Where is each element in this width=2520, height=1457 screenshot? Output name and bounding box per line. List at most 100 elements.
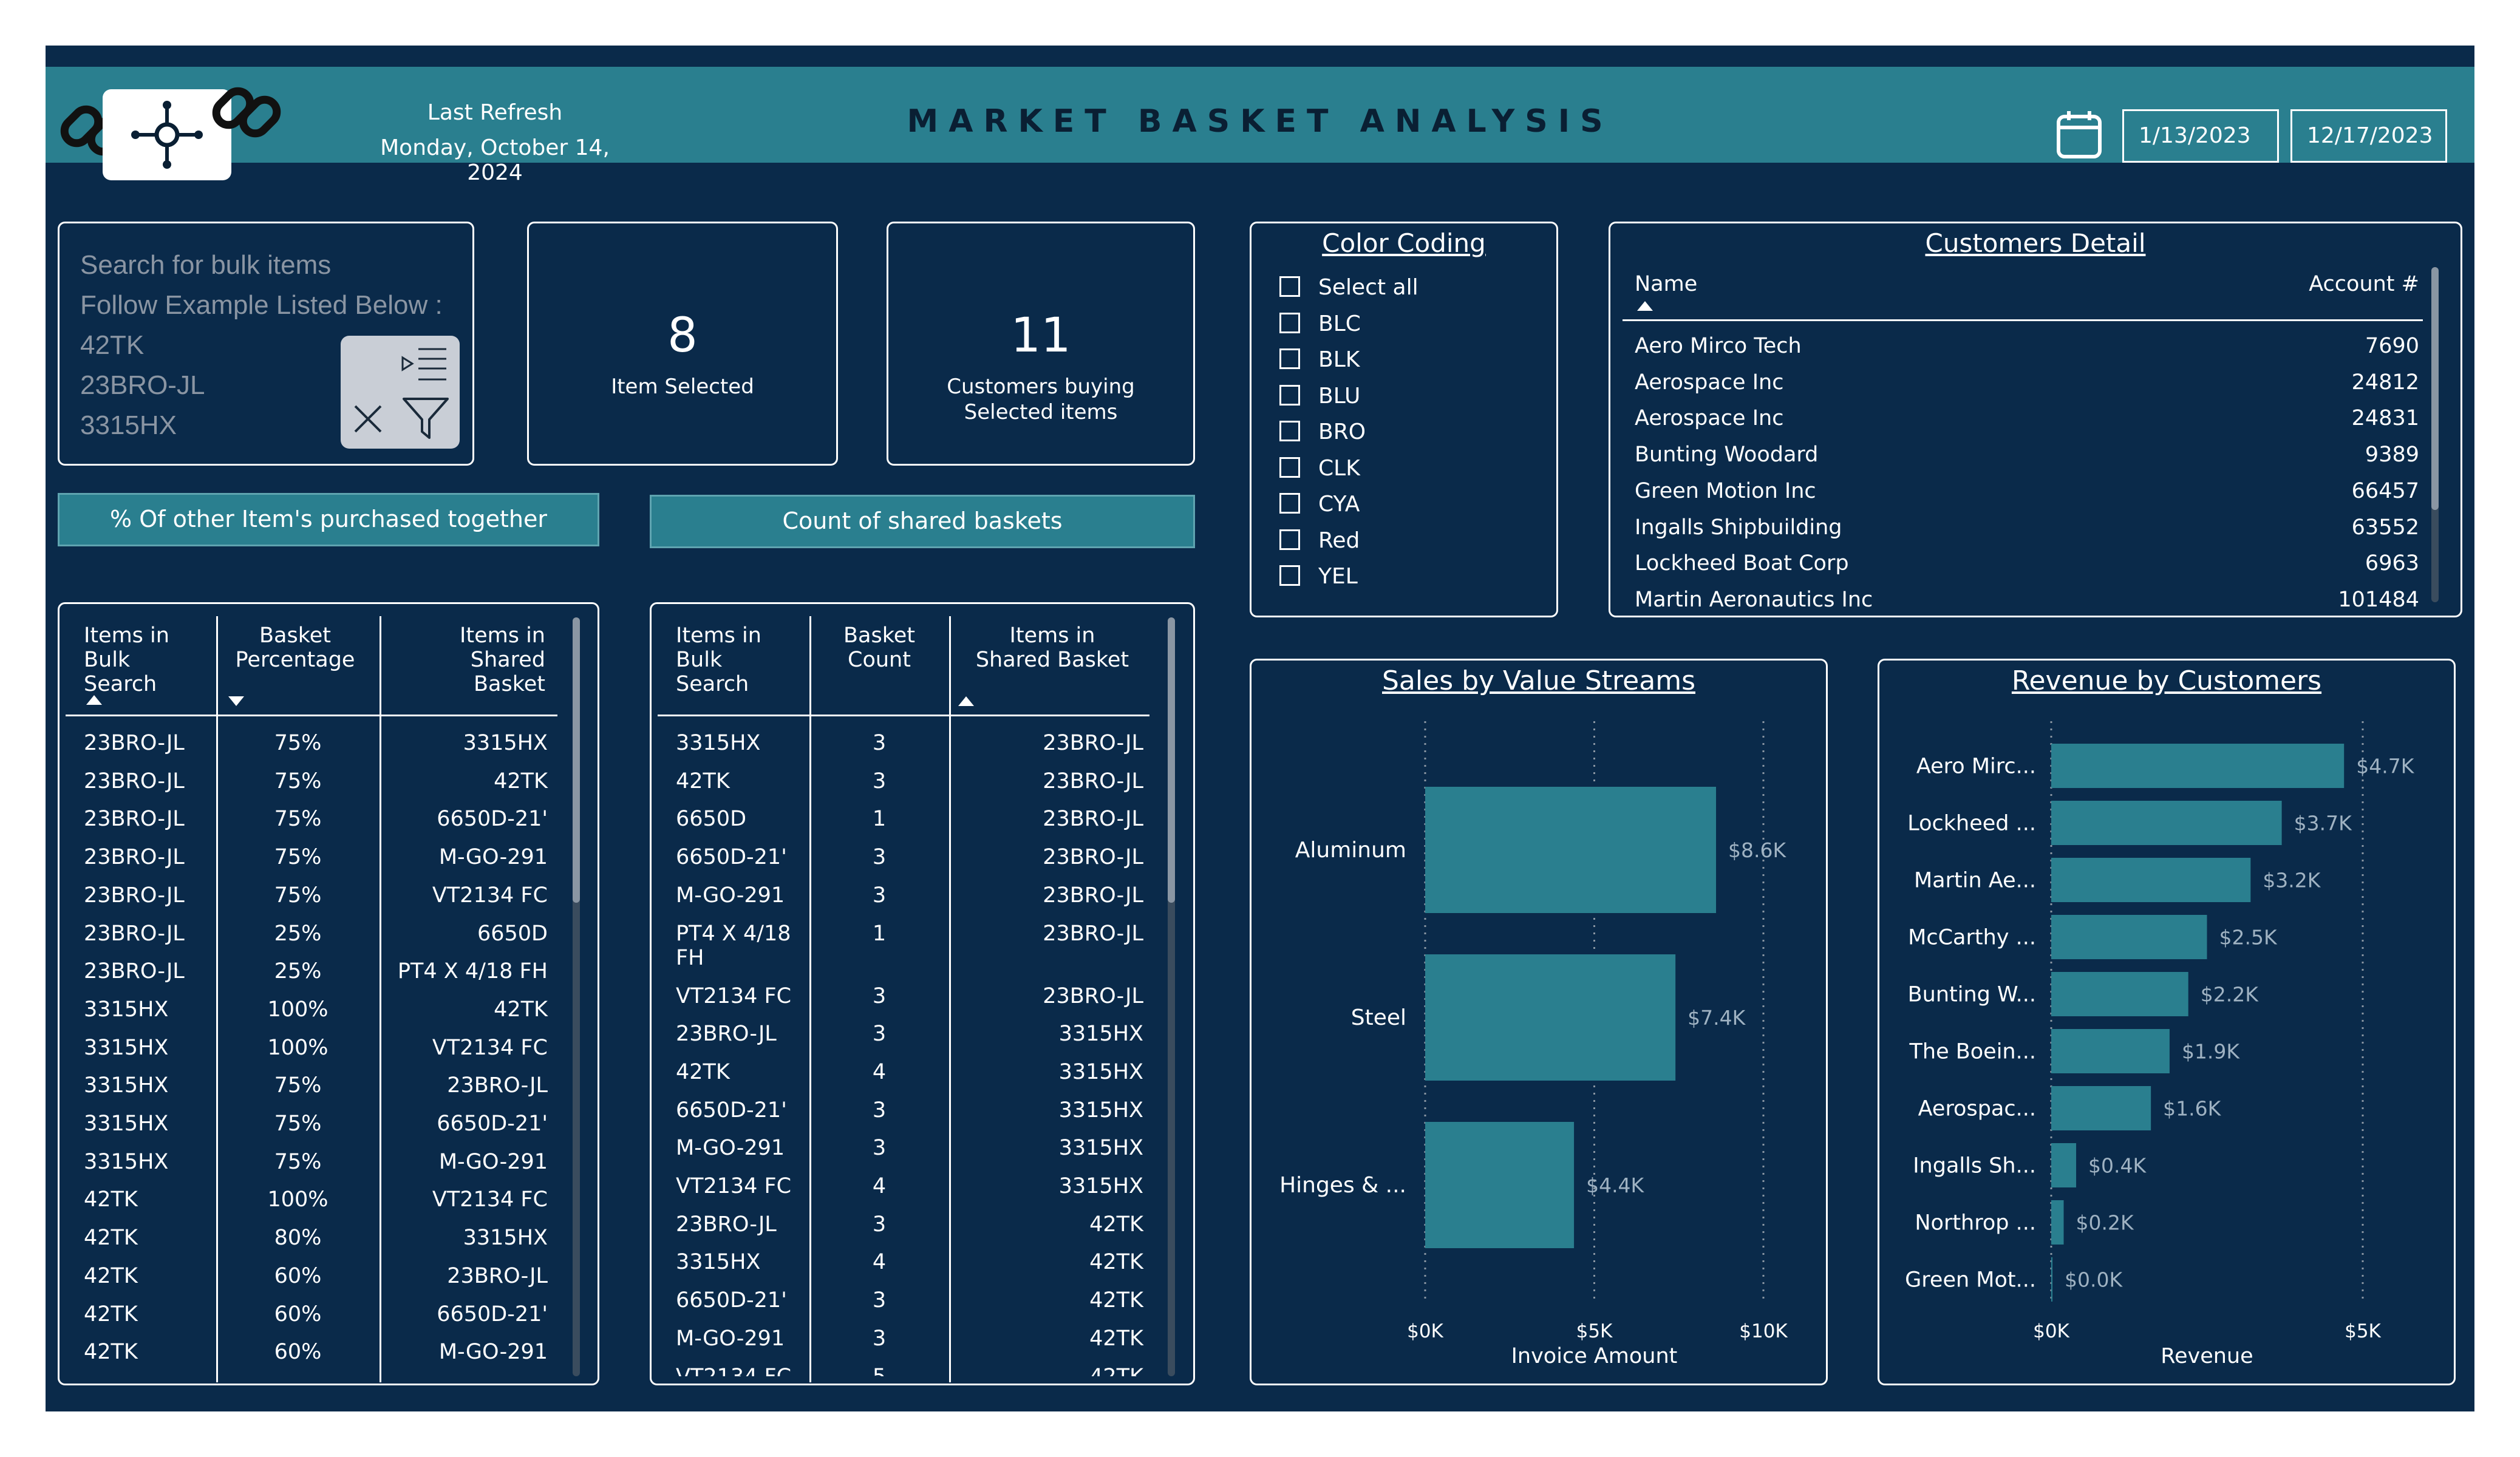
color-filter-item[interactable]: CYA <box>1279 491 1360 518</box>
table-row[interactable]: 3315HX 3 23BRO-JL <box>652 724 1162 762</box>
color-filter-item[interactable]: YEL <box>1279 563 1358 590</box>
bar[interactable] <box>2051 972 2188 1016</box>
table-row[interactable]: 23BRO-JL 3 42TK <box>652 1206 1162 1243</box>
checkbox[interactable] <box>1279 348 1300 369</box>
table-row[interactable]: Aerospace Inc 24812 <box>1635 364 2419 401</box>
bar[interactable] <box>1425 954 1676 1081</box>
checkbox[interactable] <box>1279 384 1300 406</box>
bar[interactable] <box>2051 1200 2064 1245</box>
table-row[interactable]: Ingalls Shipbuilding 63552 <box>1635 509 2419 546</box>
color-filter-item[interactable]: Red <box>1279 528 1360 554</box>
table-row[interactable]: 42TK 60% 6650D-21' <box>60 1296 570 1333</box>
table-row[interactable]: 42TK 60% 23BRO-JL <box>60 1257 570 1295</box>
bar[interactable] <box>2051 1257 2053 1302</box>
scrollbar[interactable] <box>2431 267 2439 602</box>
table-row[interactable]: Bunting Woodard 9389 <box>1635 436 2419 473</box>
list-icon[interactable] <box>400 345 448 383</box>
table-row[interactable]: 23BRO-JL 25% 6650D <box>60 915 570 953</box>
bulk-search-panel[interactable]: Search for bulk items Follow Example Lis… <box>58 222 474 466</box>
clear-icon[interactable] <box>353 404 383 434</box>
table-row[interactable]: 42TK 3 23BRO-JL <box>652 762 1162 800</box>
table-row[interactable]: 3315HX 75% M-GO-291 <box>60 1143 570 1181</box>
color-filter-item[interactable]: BLU <box>1279 383 1360 410</box>
bar[interactable] <box>2051 858 2251 902</box>
color-filter-item[interactable]: BLC <box>1279 311 1361 338</box>
scrollbar[interactable] <box>573 617 580 1376</box>
table-row[interactable]: 6650D-21' 3 23BRO-JL <box>652 838 1162 876</box>
cell-shared-item: 42TK <box>1089 1288 1143 1313</box>
bar[interactable] <box>1425 1122 1575 1248</box>
table-row[interactable]: 23BRO-JL 75% M-GO-291 <box>60 838 570 876</box>
table-row[interactable]: 6650D-21' 3 3315HX <box>652 1092 1162 1129</box>
checkbox[interactable] <box>1279 565 1300 586</box>
scrollbar[interactable] <box>1168 617 1175 1376</box>
table-row[interactable]: Green Motion Inc 66457 <box>1635 473 2419 509</box>
table-row[interactable]: VT2134 FC 3 23BRO-JL <box>652 977 1162 1015</box>
col-header-name[interactable]: Name <box>1635 272 1697 296</box>
table-row[interactable]: Lockheed Boat Corp 6963 <box>1635 545 2419 582</box>
cell-bulk-item: 23BRO-JL <box>84 731 185 755</box>
table-row[interactable]: 23BRO-JL 75% 6650D-21' <box>60 800 570 838</box>
table-row[interactable]: PT4 X 4/18 1 23BRO-JL FH <box>652 915 1162 970</box>
pct-other-items-button[interactable]: % Of other Item's purchased together <box>58 493 599 546</box>
col-header-bulk-search[interactable]: Items in Bulk Search <box>84 623 169 696</box>
table-row[interactable]: Aerospace Inc 24831 <box>1635 400 2419 436</box>
bar[interactable] <box>2051 801 2282 845</box>
end-date-input[interactable]: 12/17/2023 <box>2290 109 2447 163</box>
cell-basket-count: 3 <box>872 1326 887 1351</box>
table-row[interactable]: VT2134 FC 5 42TK <box>652 1358 1162 1377</box>
bar[interactable] <box>2051 1086 2151 1130</box>
table-row[interactable]: M-GO-291 3 23BRO-JL <box>652 877 1162 914</box>
table-row[interactable]: 3315HX 100% VT2134 FC <box>60 1029 570 1067</box>
color-filter-item[interactable]: Select all <box>1279 274 1418 301</box>
customer-account: 66457 <box>2351 478 2419 503</box>
scrollbar-thumb[interactable] <box>573 617 580 903</box>
color-filter-item[interactable]: CLK <box>1279 455 1360 482</box>
table-row[interactable]: VT2134 FC 4 3315HX <box>652 1167 1162 1205</box>
table-row[interactable]: 23BRO-JL 75% 42TK <box>60 762 570 800</box>
table-row[interactable]: Martin Aeronautics Inc 101484 <box>1635 582 2419 618</box>
checkbox[interactable] <box>1279 312 1300 333</box>
bar[interactable] <box>2051 1029 2170 1073</box>
table-row[interactable]: 3315HX 75% 23BRO-JL <box>60 1067 570 1104</box>
table-row[interactable]: 42TK 60% M-GO-291 <box>60 1333 570 1371</box>
table-row[interactable]: 23BRO-JL 75% 3315HX <box>60 724 570 762</box>
start-date-input[interactable]: 1/13/2023 <box>2122 109 2279 163</box>
bar[interactable] <box>2051 1143 2077 1187</box>
color-filter-item[interactable]: BRO <box>1279 419 1366 446</box>
table-row[interactable]: M-GO-291 3 42TK <box>652 1320 1162 1357</box>
bar[interactable] <box>2051 915 2207 959</box>
checkbox[interactable] <box>1279 421 1300 441</box>
checkbox[interactable] <box>1279 276 1300 297</box>
scrollbar-thumb[interactable] <box>1168 617 1175 903</box>
table-row[interactable]: 23BRO-JL 75% VT2134 FC <box>60 877 570 914</box>
table-row[interactable]: 42TK 80% 3315HX <box>60 1219 570 1257</box>
table-row[interactable]: 42TK 100% VT2134 FC <box>60 1181 570 1218</box>
color-filter-item[interactable]: BLK <box>1279 347 1360 373</box>
table-row[interactable]: 6650D 1 23BRO-JL <box>652 800 1162 838</box>
table-row[interactable]: 23BRO-JL 3 3315HX <box>652 1015 1162 1053</box>
link-icon <box>212 87 281 138</box>
table-row[interactable]: 23BRO-JL 25% PT4 X 4/18 FH <box>60 953 570 990</box>
bar[interactable] <box>1425 787 1717 913</box>
checkbox[interactable] <box>1279 529 1300 550</box>
table-row[interactable]: 3315HX 75% 6650D-21' <box>60 1105 570 1143</box>
table-row[interactable]: 42TK 4 3315HX <box>652 1053 1162 1091</box>
table-row[interactable]: 3315HX 100% 42TK <box>60 991 570 1028</box>
bar[interactable] <box>2051 744 2345 788</box>
col-header-account[interactable]: Account # <box>2278 272 2419 296</box>
cell-bulk-item: 42TK <box>84 1187 138 1212</box>
table-row[interactable]: 3315HX 4 42TK <box>652 1243 1162 1281</box>
table-row[interactable]: Aero Mirco Tech 7690 <box>1635 328 2419 364</box>
filter-icon[interactable] <box>401 396 450 440</box>
col-header-shared-basket[interactable]: Items in Shared Basket <box>412 623 545 696</box>
calendar-icon[interactable] <box>2055 109 2103 160</box>
checkbox[interactable] <box>1279 493 1300 514</box>
cell-bulk-item: M-GO-291 <box>676 1136 785 1161</box>
table-row[interactable]: M-GO-291 3 3315HX <box>652 1129 1162 1167</box>
count-shared-baskets-button[interactable]: Count of shared baskets <box>650 495 1195 548</box>
col-header-basket-percentage[interactable]: Basket Percentage <box>222 623 368 672</box>
checkbox[interactable] <box>1279 457 1300 478</box>
table-row[interactable]: 6650D-21' 3 42TK <box>652 1282 1162 1319</box>
scrollbar-thumb[interactable] <box>2431 267 2439 510</box>
